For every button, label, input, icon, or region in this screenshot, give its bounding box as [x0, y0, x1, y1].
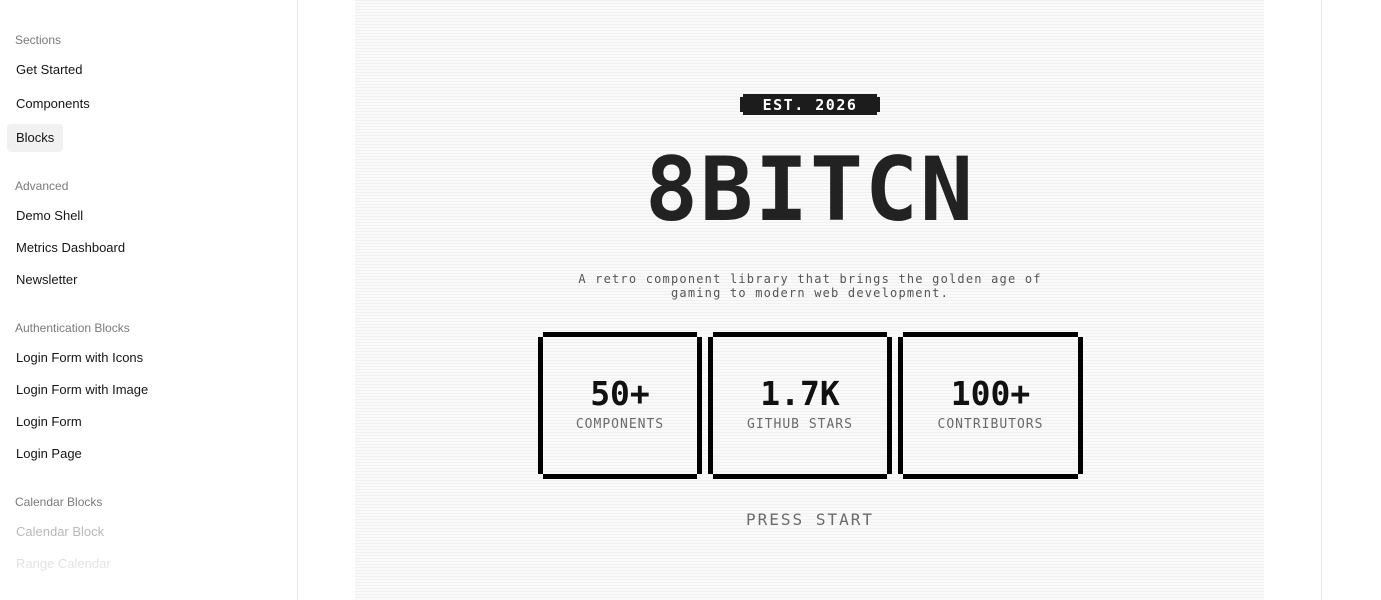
tagline-line-2: gaming to modern web development.: [670, 286, 949, 300]
sidebar-item-newsletter[interactable]: Newsletter: [7, 266, 86, 294]
tagline-line-1: A retro component library that brings th…: [578, 272, 1042, 286]
hero-tagline: A retro component library that brings th…: [525, 272, 1095, 300]
sidebar-item-demo-shell[interactable]: Demo Shell: [7, 202, 92, 230]
main-content: EST. 2026 8BITCN A retro component libra…: [299, 0, 1321, 600]
sidebar-item-calendar-block[interactable]: Calendar Block: [7, 518, 113, 546]
established-badge: EST. 2026: [740, 94, 880, 115]
stat-value: 100+: [950, 374, 1031, 413]
sidebar-group-title-calendar-blocks: Calendar Blocks: [15, 495, 103, 509]
sidebar-item-blocks[interactable]: Blocks: [7, 124, 64, 152]
stat-value: 1.7K: [760, 374, 840, 413]
sidebar-item-login-form-with-image[interactable]: Login Form with Image: [7, 376, 157, 404]
stat-label: GITHUB STARS: [747, 417, 853, 432]
sidebar-item-login-page[interactable]: Login Page: [7, 440, 91, 468]
sidebar-item-components[interactable]: Components: [7, 90, 99, 118]
sidebar-item-metrics-dashboard[interactable]: Metrics Dashboard: [7, 234, 134, 262]
content-right-divider: [1321, 0, 1322, 600]
stat-card-github-stars: 1.7K GITHUB STARS: [708, 332, 892, 479]
stat-value: 50+: [590, 374, 650, 413]
hero-title: 8BITCN: [645, 138, 975, 241]
stat-label: COMPONENTS: [575, 417, 665, 432]
sidebar-item-range-calendar[interactable]: Range Calendar: [7, 550, 120, 578]
sidebar: Sections Get Started Components Blocks A…: [0, 0, 298, 600]
sidebar-group-title-advanced: Advanced: [15, 179, 69, 193]
stat-card-components: 50+ COMPONENTS: [538, 332, 702, 479]
press-start-button[interactable]: PRESS START: [685, 510, 935, 529]
sidebar-item-login-form[interactable]: Login Form: [7, 408, 91, 436]
sidebar-item-get-started[interactable]: Get Started: [7, 56, 91, 84]
sidebar-item-login-form-with-icons[interactable]: Login Form with Icons: [7, 344, 152, 372]
stat-label: CONTRIBUTORS: [937, 417, 1044, 432]
stat-card-contributors: 100+ CONTRIBUTORS: [898, 332, 1083, 479]
sidebar-group-title-authentication-blocks: Authentication Blocks: [15, 321, 130, 335]
sidebar-group-title-sections: Sections: [15, 33, 62, 47]
hero-block-preview: EST. 2026 8BITCN A retro component libra…: [355, 0, 1264, 600]
